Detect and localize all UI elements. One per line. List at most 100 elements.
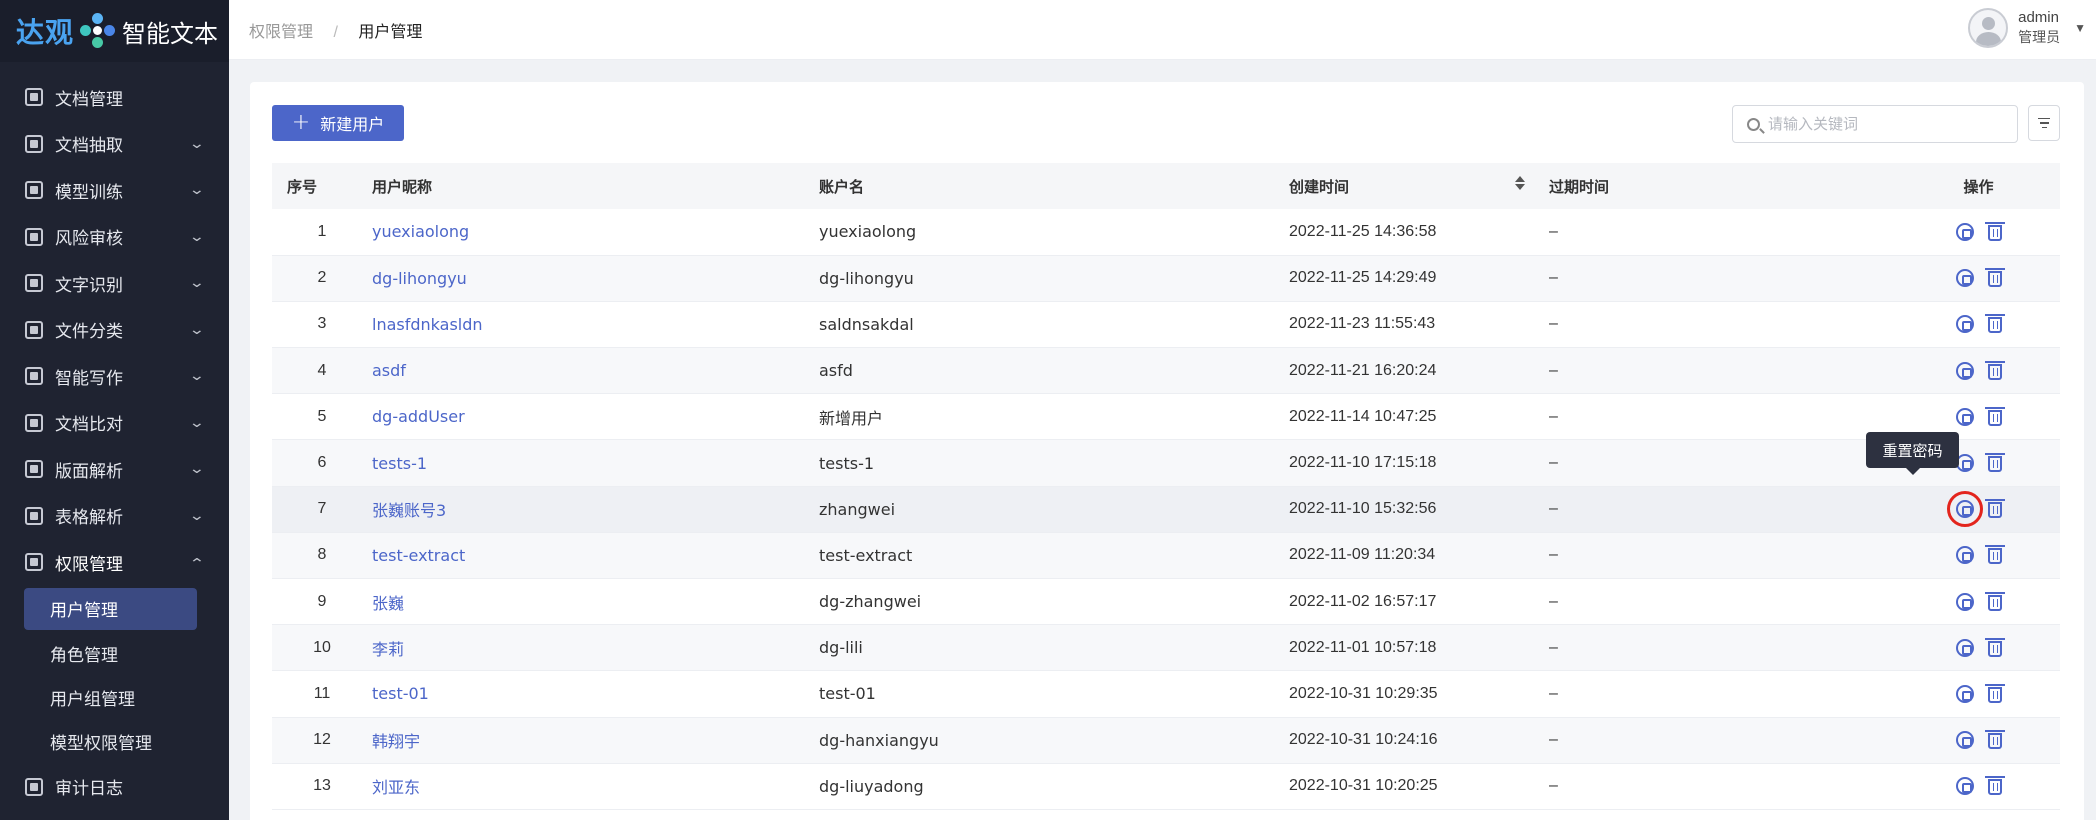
row-created-time: 2022-11-02 16:57:17	[1289, 578, 1549, 626]
delete-icon[interactable]	[1984, 730, 2005, 750]
shield-icon	[25, 553, 43, 572]
column-header-created[interactable]: 创建时间	[1289, 163, 1549, 209]
row-nickname-link[interactable]: tests-1	[372, 439, 819, 487]
new-user-label: 新建用户	[320, 115, 385, 134]
reset-password-icon[interactable]	[1955, 546, 1974, 565]
sidebar-item-model-training[interactable]: 模型训练 ⌄	[0, 167, 229, 214]
delete-icon[interactable]	[1984, 545, 2005, 565]
avatar[interactable]	[1968, 8, 2009, 48]
delete-icon[interactable]	[1984, 683, 2005, 703]
user-menu[interactable]: admin 管理员 ▼	[1968, 8, 2086, 48]
row-nickname-link[interactable]: 张巍账号3	[372, 486, 819, 533]
sidebar-item-model-permission[interactable]: 模型权限管理	[0, 720, 229, 764]
row-nickname-link[interactable]: 刘亚东	[372, 763, 819, 810]
row-nickname-link[interactable]: dg-addUser	[372, 393, 819, 441]
sidebar-item-document-compare[interactable]: 文档比对 ⌄	[0, 400, 229, 447]
sidebar-item-user-group-management[interactable]: 用户组管理	[0, 676, 229, 720]
table-header-row: 序号 用户昵称 账户名 创建时间 过期时间 操作	[272, 163, 2060, 209]
sidebar-item-document-management[interactable]: 文档管理	[0, 74, 229, 121]
breadcrumb-parent[interactable]: 权限管理	[249, 22, 313, 41]
sidebar-item-role-management[interactable]: 角色管理	[0, 632, 229, 676]
row-nickname-link[interactable]: 韩翔宇	[372, 717, 819, 764]
row-account: dg-zhangwei	[819, 578, 1289, 626]
reset-password-icon[interactable]	[1955, 315, 1974, 334]
row-index: 8	[272, 532, 372, 580]
table-row: 8 test-extract test-extract 2022-11-09 11:2…	[272, 532, 2060, 580]
row-created-time: 2022-11-01 10:57:18	[1289, 624, 1549, 672]
row-nickname-link[interactable]: 张巍	[372, 578, 819, 626]
sidebar-item-text-recognition[interactable]: 文字识别 ⌄	[0, 260, 229, 307]
delete-icon[interactable]	[1984, 591, 2005, 611]
row-actions	[1789, 486, 2060, 533]
sidebar-item-audit-log[interactable]: 审计日志	[0, 764, 229, 811]
sidebar-item-file-classification[interactable]: 文件分类 ⌄	[0, 307, 229, 354]
sidebar-item-user-management[interactable]: 用户管理	[24, 587, 197, 630]
sidebar-nav: 文档管理 文档抽取 ⌄ 模型训练 ⌄ 风险审核 ⌄ 文字识别 ⌄ 文件分类 ⌄ 智能写作 ⌄…	[0, 62, 229, 810]
row-expire-time: –	[1549, 393, 1789, 441]
reset-password-icon[interactable]	[1955, 592, 1974, 611]
row-created-time: 2022-11-23 11:55:43	[1289, 301, 1549, 349]
column-header-actions: 操作	[1789, 163, 2060, 209]
logo[interactable]: 达观 智能文本	[0, 0, 229, 62]
chevron-down-icon: ⌄	[188, 507, 206, 524]
filter-button[interactable]	[2028, 105, 2060, 141]
delete-icon[interactable]	[1984, 453, 2005, 473]
sidebar-item-layout-parsing[interactable]: 版面解析 ⌄	[0, 446, 229, 493]
search-box[interactable]	[1732, 105, 2018, 143]
delete-icon[interactable]	[1984, 499, 2005, 519]
sidebar-item-smart-writing[interactable]: 智能写作 ⌄	[0, 353, 229, 400]
row-nickname-link[interactable]: test-extract	[372, 532, 819, 580]
row-index: 12	[272, 717, 372, 764]
row-account: dg-lihongyu	[819, 255, 1289, 302]
row-nickname-link[interactable]: 李莉	[372, 624, 819, 672]
column-header-created-label: 创建时间	[1289, 177, 1350, 196]
new-user-button[interactable]: + 新建用户	[272, 105, 404, 141]
sidebar-item-table-parsing[interactable]: 表格解析 ⌄	[0, 493, 229, 540]
table-row: 2 dg-lihongyu dg-lihongyu 2022-11-25 14:29:…	[272, 255, 2060, 302]
row-account: test-01	[819, 670, 1289, 718]
reset-password-icon[interactable]	[1955, 222, 1974, 241]
reset-password-icon[interactable]	[1955, 638, 1974, 657]
row-index: 9	[272, 578, 372, 626]
delete-icon[interactable]	[1984, 360, 2005, 380]
search-input[interactable]	[1768, 115, 2008, 133]
column-header-expires: 过期时间	[1549, 163, 1789, 209]
sidebar-item-permission-management[interactable]: 权限管理 ⌄	[0, 539, 229, 586]
row-nickname-link[interactable]: asdf	[372, 347, 819, 395]
chevron-down-icon: ⌄	[188, 182, 206, 199]
row-expire-time: –	[1549, 578, 1789, 626]
row-index: 6	[272, 439, 372, 487]
row-nickname-link[interactable]: yuexiaolong	[372, 209, 819, 256]
row-account: tests-1	[819, 439, 1289, 487]
row-nickname-link[interactable]: dg-lihongyu	[372, 255, 819, 302]
row-created-time: 2022-11-09 11:20:34	[1289, 532, 1549, 580]
caret-down-icon[interactable]: ▼	[2074, 21, 2086, 35]
row-actions	[1789, 347, 2060, 395]
delete-icon[interactable]	[1984, 314, 2005, 334]
delete-icon[interactable]	[1984, 221, 2005, 241]
row-account: 新增用户	[819, 393, 1289, 441]
row-nickname-link[interactable]: lnasfdnkasldn	[372, 301, 819, 349]
delete-icon[interactable]	[1984, 268, 2005, 288]
delete-icon[interactable]	[1984, 637, 2005, 657]
sort-icon[interactable]	[1515, 175, 1525, 190]
reset-password-icon[interactable]	[1946, 491, 1983, 528]
delete-icon[interactable]	[1984, 406, 2005, 426]
sidebar-item-document-extraction[interactable]: 文档抽取 ⌄	[0, 121, 229, 168]
delete-icon[interactable]	[1984, 776, 2005, 796]
sidebar-item-risk-review[interactable]: 风险审核 ⌄	[0, 214, 229, 261]
chevron-down-icon: ⌄	[188, 368, 206, 385]
row-nickname-link[interactable]: test-01	[372, 670, 819, 718]
reset-password-icon[interactable]	[1955, 361, 1974, 380]
text-recognition-icon	[25, 274, 43, 293]
reset-password-icon[interactable]	[1955, 269, 1974, 288]
reset-password-icon[interactable]	[1955, 777, 1974, 796]
row-created-time: 2022-11-25 14:36:58	[1289, 209, 1549, 256]
reset-password-icon[interactable]	[1955, 684, 1974, 703]
row-expire-time: –	[1549, 439, 1789, 487]
row-actions	[1789, 624, 2060, 672]
reset-password-icon[interactable]	[1955, 731, 1974, 750]
row-expire-time: –	[1549, 532, 1789, 580]
reset-password-icon[interactable]	[1955, 407, 1974, 426]
breadcrumb-separator: /	[333, 23, 338, 41]
